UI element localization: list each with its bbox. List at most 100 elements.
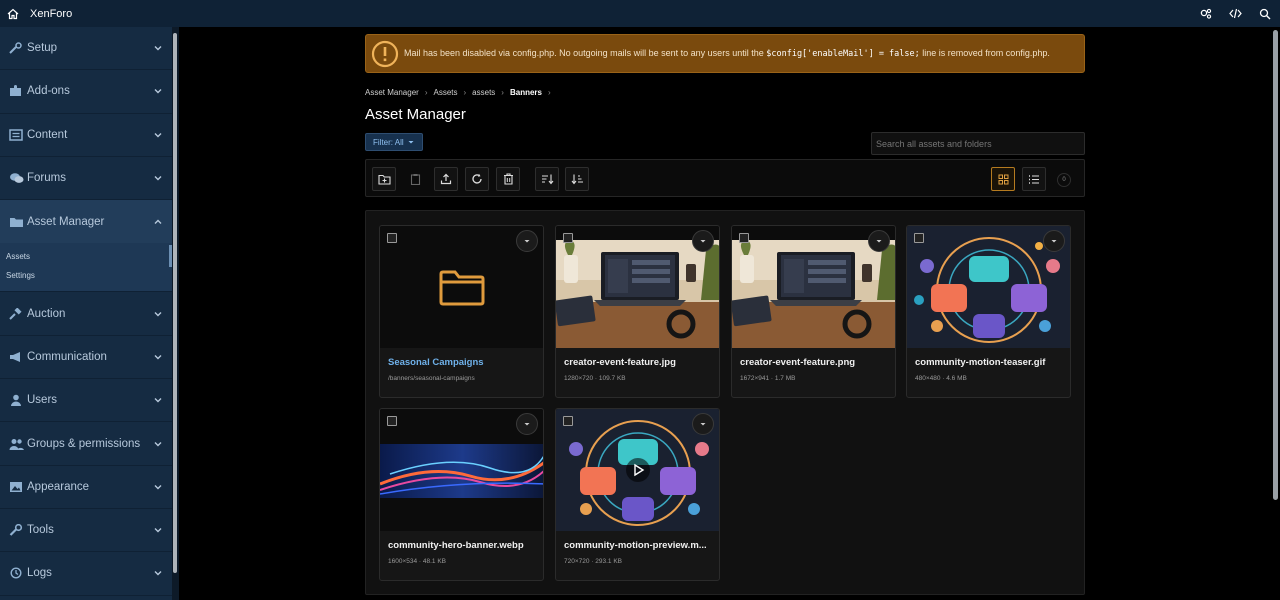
grid-view-button[interactable]	[991, 167, 1015, 191]
asset-checkbox[interactable]	[739, 233, 749, 243]
upload-icon	[440, 173, 452, 185]
clipboard-button[interactable]	[403, 167, 427, 191]
sidebar-item-auction[interactable]: Auction	[0, 292, 172, 336]
delete-button[interactable]	[496, 167, 520, 191]
chevron-down-icon	[154, 132, 162, 138]
sort-descending-icon	[541, 174, 553, 185]
breadcrumb-separator: ›	[463, 88, 467, 97]
filter-label: Filter: All	[373, 137, 404, 147]
asset-menu-button[interactable]	[692, 413, 714, 435]
sidebar-item-appearance[interactable]: Appearance	[0, 466, 172, 509]
sidebar-item-label: Groups & permissions	[27, 437, 141, 450]
asset-name[interactable]: creator-event-feature.png	[740, 357, 890, 368]
asset-name[interactable]: community-hero-banner.webp	[388, 540, 538, 551]
list-view-button[interactable]	[1022, 167, 1046, 191]
list-icon	[1029, 174, 1039, 184]
notice-code: $config['enableMail'] = false;	[766, 49, 920, 59]
asset-checkbox[interactable]	[563, 416, 573, 426]
breadcrumb-item[interactable]: Assets	[433, 88, 457, 97]
asset-card-video[interactable]: community-motion-preview.m... 720×720 · …	[555, 408, 720, 581]
sidebar: Setup Add-ons Content Forums Asset Manag…	[0, 27, 172, 600]
filter-dropdown[interactable]: Filter: All	[365, 133, 423, 151]
sidebar-item-users[interactable]: Users	[0, 379, 172, 423]
asset-checkbox[interactable]	[387, 233, 397, 243]
breadcrumb-item[interactable]: assets	[472, 88, 495, 97]
sidebar-scroll-thumb[interactable]	[173, 33, 177, 573]
asset-menu-button[interactable]	[516, 413, 538, 435]
asset-card-folder[interactable]: Seasonal Campaigns /banners/seasonal-cam…	[379, 225, 544, 398]
sidebar-item-label: Asset Manager	[27, 215, 105, 228]
sidebar-item-label: Users	[27, 394, 58, 407]
page-scrollbar[interactable]	[1271, 27, 1280, 600]
brand-name[interactable]: XenForo	[30, 8, 72, 20]
chevron-down-icon	[154, 176, 162, 181]
chevron-down-icon	[154, 46, 162, 51]
selected-count-badge: 0	[1057, 173, 1071, 187]
caret-down-icon	[876, 240, 882, 243]
asset-card-image[interactable]: creator-event-feature.png 1672×941 · 1.7…	[731, 225, 896, 398]
folder-plus-icon	[377, 174, 391, 185]
breadcrumb-separator: ›	[501, 88, 504, 97]
asset-search-input[interactable]	[871, 132, 1085, 155]
image-icon	[8, 480, 24, 494]
settings-cogs-icon[interactable]	[1190, 0, 1220, 27]
chevron-down-icon	[154, 89, 162, 94]
subnav-item-assets[interactable]: Assets	[0, 247, 172, 266]
asset-card-image[interactable]: creator-event-feature.jpg 1280×720 · 109…	[555, 225, 720, 398]
breadcrumb-item-current[interactable]: Banners	[510, 88, 542, 97]
play-icon[interactable]	[625, 457, 651, 483]
asset-name[interactable]: Seasonal Campaigns	[388, 357, 538, 368]
puzzle-icon	[8, 84, 24, 98]
page-title: Asset Manager	[365, 106, 466, 123]
asset-checkbox[interactable]	[387, 416, 397, 426]
asset-checkbox[interactable]	[914, 233, 924, 243]
asset-menu-button[interactable]	[1043, 230, 1065, 252]
sort-ascending-icon	[571, 174, 583, 185]
asset-meta: 720×720 · 293.1 KB	[564, 558, 623, 565]
sidebar-item-tools[interactable]: Tools	[0, 509, 172, 553]
asset-name[interactable]: creator-event-feature.jpg	[564, 357, 714, 368]
caret-down-icon	[1051, 240, 1057, 243]
asset-name[interactable]: community-motion-preview.m...	[564, 540, 714, 551]
users-icon	[8, 437, 24, 451]
asset-menu-button[interactable]	[868, 230, 890, 252]
asset-card-image[interactable]: community-hero-banner.webp 1600×534 · 48…	[379, 408, 544, 581]
user-icon	[8, 393, 24, 407]
chevron-down-icon	[154, 354, 162, 360]
sidebar-item-add-ons[interactable]: Add-ons	[0, 70, 172, 114]
sidebar-scrollbar[interactable]	[172, 27, 179, 600]
new-folder-button[interactable]	[372, 167, 396, 191]
chevron-down-icon	[154, 441, 162, 447]
upload-button[interactable]	[434, 167, 458, 191]
asset-name[interactable]: community-motion-teaser.gif	[915, 357, 1065, 368]
sidebar-item-forums[interactable]: Forums	[0, 157, 172, 201]
home-icon[interactable]	[0, 0, 26, 27]
sort-button[interactable]	[535, 167, 559, 191]
sidebar-item-communication[interactable]: Communication	[0, 336, 172, 380]
asset-grid: Seasonal Campaigns /banners/seasonal-cam…	[365, 210, 1085, 595]
subnav-item-settings[interactable]: Settings	[0, 266, 172, 285]
code-icon[interactable]	[1220, 0, 1250, 27]
sidebar-item-content[interactable]: Content	[0, 114, 172, 157]
asset-menu-button[interactable]	[692, 230, 714, 252]
sidebar-item-asset-manager[interactable]: Asset Manager	[0, 200, 172, 244]
refresh-button[interactable]	[465, 167, 489, 191]
asset-card-image[interactable]: community-motion-teaser.gif 480×480 · 4.…	[906, 225, 1071, 398]
page-scroll-thumb[interactable]	[1273, 30, 1278, 500]
sidebar-item-label: Setup	[27, 42, 58, 55]
caret-down-icon	[524, 240, 530, 243]
sidebar-item-setup[interactable]: Setup	[0, 27, 172, 71]
caret-down-icon	[408, 141, 414, 144]
history-icon	[8, 566, 24, 580]
sidebar-item-logs[interactable]: Logs	[0, 552, 172, 596]
asset-meta: /banners/seasonal-campaigns	[388, 375, 475, 382]
caret-down-icon	[524, 423, 530, 426]
asset-toolbar: 0	[365, 159, 1085, 197]
asset-checkbox[interactable]	[563, 233, 573, 243]
search-icon[interactable]	[1250, 0, 1280, 27]
sidebar-item-groups-permissions[interactable]: Groups & permissions	[0, 422, 172, 466]
asset-menu-button[interactable]	[516, 230, 538, 252]
caret-down-icon	[700, 240, 706, 243]
sort-order-button[interactable]	[565, 167, 589, 191]
breadcrumb-item[interactable]: Asset Manager	[365, 88, 419, 97]
